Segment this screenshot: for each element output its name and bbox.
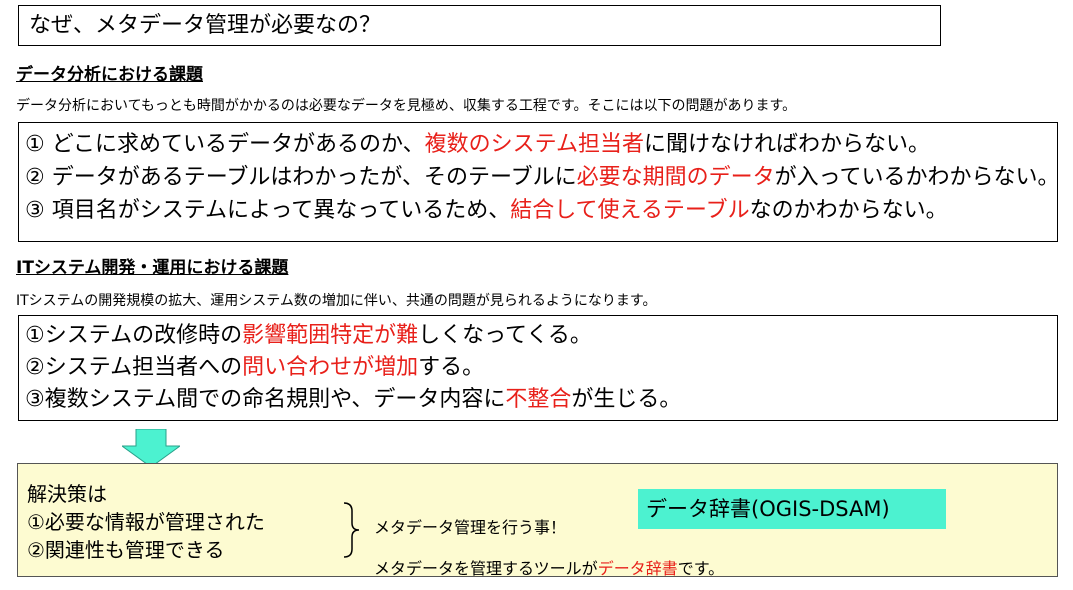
analysis-issue-1-pre: ① どこに求めているデータがあるのか、: [25, 132, 425, 157]
it-issue-1-pre: ①システムの改修時の: [25, 323, 243, 348]
it-issue-3-post: が生じる。: [571, 387, 682, 412]
page-title: なぜ、メタデータ管理が必要なの？: [18, 5, 941, 46]
analysis-issue-3-post: なのかわからない。: [749, 198, 948, 223]
analysis-issue-1-highlight: 複数のシステム担当者: [424, 132, 644, 157]
it-issues-box: ①システムの改修時の影響範囲特定が難しくなってくる。 ②システム担当者への問い合…: [18, 315, 1058, 421]
tool-sentence-highlight: データ辞書: [597, 559, 678, 578]
solution-intro: 解決策は: [27, 482, 107, 506]
it-issue-2: ②システム担当者への問い合わせが増加する。: [25, 351, 484, 384]
analysis-issue-2-post: が入っているかわからない。: [774, 165, 1060, 190]
brace-text: メタデータ管理を行う事！: [374, 518, 567, 537]
it-description: ITシステムの開発規模の拡大、運用システム数の増加に伴い、共通の問題が見られるよ…: [16, 293, 657, 309]
it-issue-1-highlight: 影響範囲特定が難: [242, 323, 419, 348]
analysis-issue-2-highlight: 必要な期間のデータ: [576, 165, 775, 190]
it-issue-2-pre: ②システム担当者への: [25, 355, 243, 380]
analysis-issue-1-post: に聞けなければわからない。: [643, 132, 930, 157]
tool-sentence-post: です。: [677, 559, 725, 578]
it-issue-1: ①システムの改修時の影響範囲特定が難しくなってくる。: [25, 319, 592, 352]
tool-sentence-pre: メタデータを管理するツールが: [374, 559, 598, 578]
analysis-heading: データ分析における課題: [16, 65, 203, 85]
analysis-issue-1: ① どこに求めているデータがあるのか、複数のシステム担当者に聞けなければわからな…: [25, 128, 930, 161]
solution-point-1: ①必要な情報が管理された: [27, 510, 265, 534]
analysis-description: データ分析においてもっとも時間がかかるのは必要なデータを見極め、収集する工程です…: [16, 98, 797, 114]
it-issue-2-post: する。: [418, 355, 485, 380]
it-heading: ITシステム開発・運用における課題: [16, 258, 289, 278]
analysis-issue-3: ③ 項目名がシステムによって異なっているため、結合して使えるテーブルなのかわから…: [25, 194, 948, 227]
analysis-issue-3-highlight: 結合して使えるテーブル: [510, 198, 750, 223]
analysis-issues-box: ① どこに求めているデータがあるのか、複数のシステム担当者に聞けなければわからな…: [18, 122, 1060, 242]
tool-sentence: メタデータを管理するツールがデータ辞書です。: [374, 555, 724, 579]
solution-point-2: ②関連性も管理できる: [27, 538, 225, 562]
it-issue-3-pre: ③複数システム間での命名規則や、データ内容に: [25, 387, 506, 412]
analysis-issue-3-pre: ③ 項目名がシステムによって異なっているため、: [25, 198, 511, 223]
it-issue-3: ③複数システム間での命名規則や、データ内容に不整合が生じる。: [25, 383, 681, 416]
data-dictionary-label: データ辞書(OGIS-DSAM): [638, 489, 946, 529]
analysis-issue-2-pre: ② データがあるテーブルはわかったが、そのテーブルに: [25, 165, 577, 190]
it-issue-2-highlight: 問い合わせが増加: [242, 355, 419, 380]
right-brace-icon: [343, 502, 360, 558]
analysis-issue-2: ② データがあるテーブルはわかったが、そのテーブルに必要な期間のデータが入ってい…: [25, 161, 1060, 194]
it-issue-1-post: しくなってくる。: [418, 323, 592, 348]
down-arrow-icon: [122, 429, 180, 467]
it-issue-3-highlight: 不整合: [505, 387, 572, 412]
